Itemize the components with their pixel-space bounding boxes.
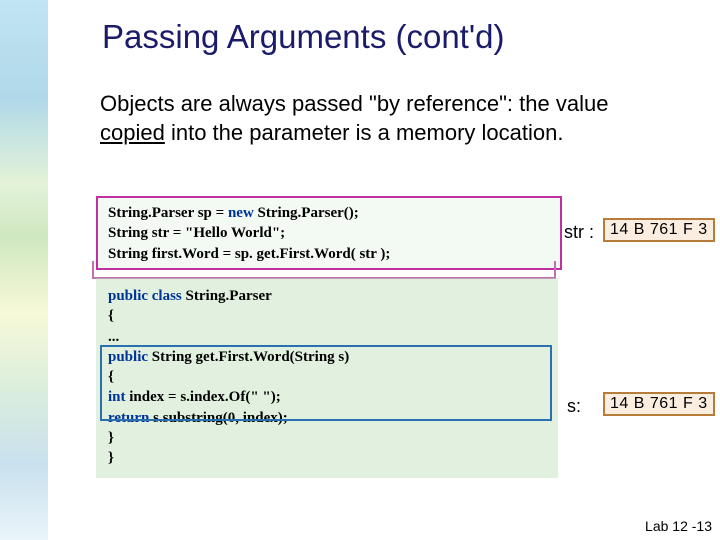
code-line: String.Parser sp =	[108, 205, 228, 221]
code-line: }	[108, 448, 538, 468]
code-keyword: public	[108, 349, 148, 365]
memory-label-s: s:	[567, 396, 581, 417]
memory-label-str: str :	[564, 222, 594, 243]
code-line: {	[108, 367, 538, 387]
code-line: {	[108, 306, 538, 326]
slide-footer: Lab 12 -13	[645, 518, 712, 534]
code-line: String first.Word = sp. get.First.Word( …	[108, 244, 538, 264]
code-line: index = s.index.Of(" ");	[126, 389, 281, 405]
code-block-class: public class String.Parser { ... public …	[108, 286, 538, 468]
code-keyword: new	[228, 205, 254, 221]
body-text-underlined: copied	[100, 120, 165, 145]
slide-title: Passing Arguments (cont'd)	[102, 18, 505, 56]
code-keyword: return	[108, 410, 149, 426]
code-line: String.Parser();	[254, 205, 359, 221]
memory-value-s: 14 B 761 F 3	[603, 392, 715, 416]
body-text-after: into the parameter is a memory location.	[165, 120, 564, 145]
decorative-sidebar	[0, 0, 48, 540]
code-line: s.substring(0, index);	[149, 410, 287, 426]
code-line: String.Parser	[182, 288, 272, 304]
code-line: }	[108, 428, 538, 448]
code-line: String get.First.Word(String s)	[148, 349, 349, 365]
code-keyword: public class	[108, 288, 182, 304]
slide-body: Objects are always passed "by reference"…	[100, 90, 660, 147]
title-text: Passing Arguments (cont'd)	[102, 18, 505, 55]
code-line: ...	[108, 327, 538, 347]
body-text-before: Objects are always passed "by reference"…	[100, 91, 608, 116]
code-block-caller: String.Parser sp = new String.Parser(); …	[108, 203, 538, 264]
code-line: String str = "Hello World";	[108, 223, 538, 243]
memory-value-str: 14 B 761 F 3	[603, 218, 715, 242]
code-keyword: int	[108, 389, 126, 405]
